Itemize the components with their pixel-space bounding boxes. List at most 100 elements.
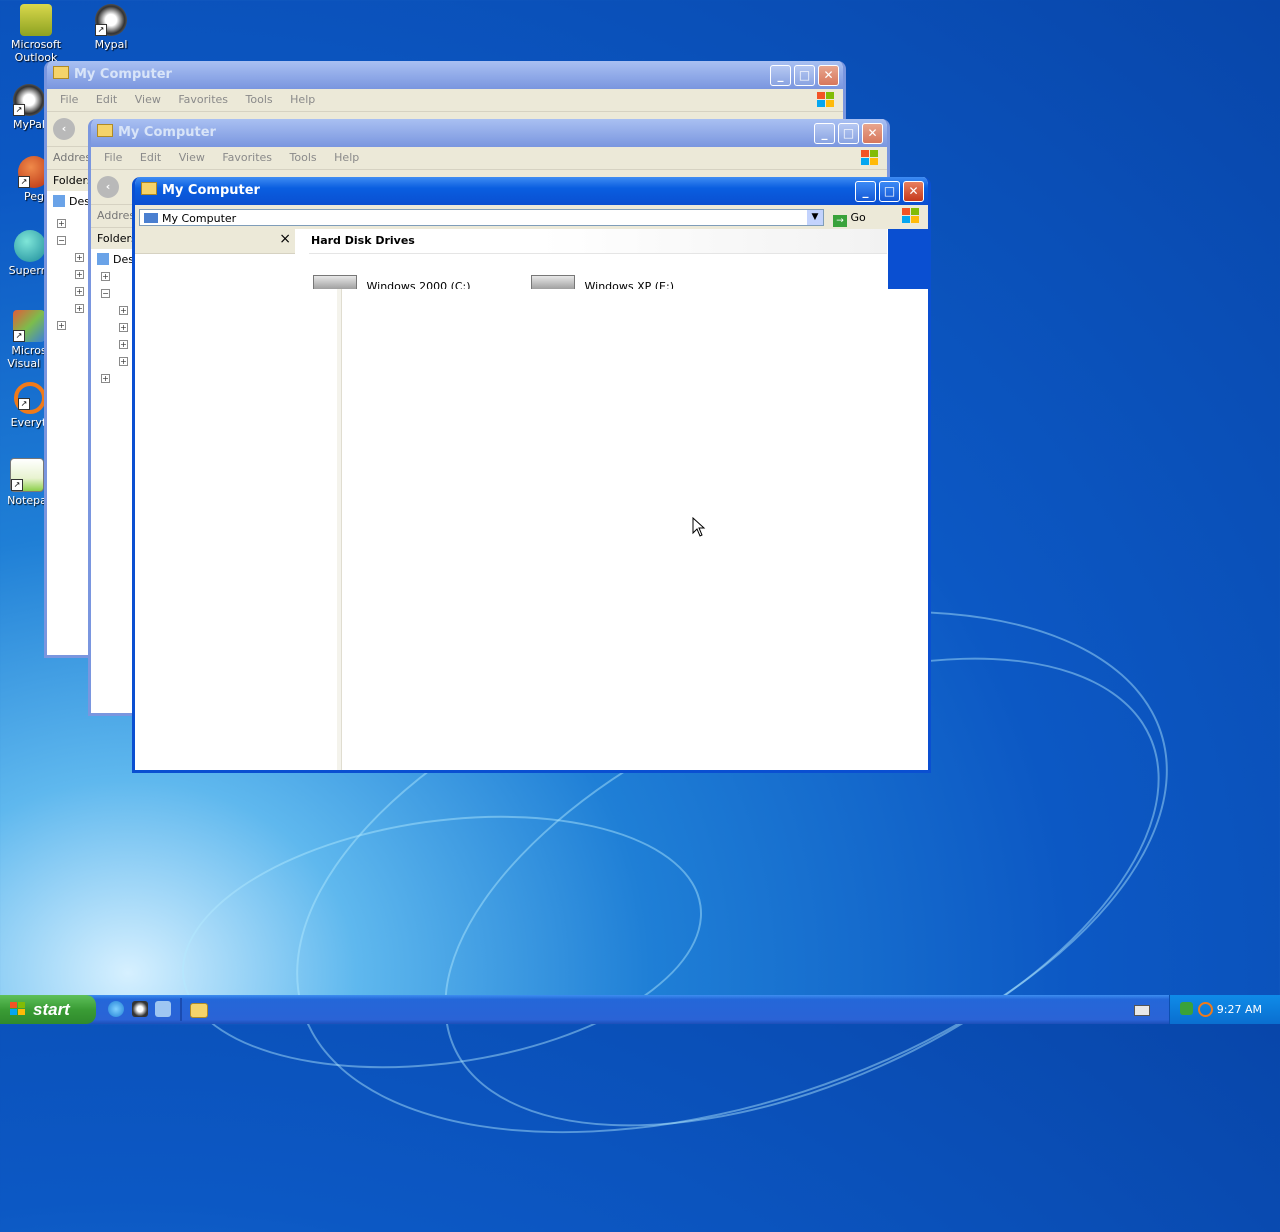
hard-drive-icon (531, 275, 575, 289)
mouse-cursor-icon (692, 517, 706, 537)
superm-icon (14, 230, 46, 262)
menu-view[interactable]: View (179, 151, 205, 164)
pane-divider[interactable] (337, 289, 342, 770)
expand-icon[interactable]: + (119, 306, 128, 315)
menu-bar: File Edit View Favorites Tools Help (47, 89, 843, 112)
expand-icon[interactable]: + (75, 270, 84, 279)
menu-tools[interactable]: Tools (246, 93, 273, 106)
window-title: My Computer (74, 67, 172, 82)
windows-flag-icon (10, 1002, 26, 1017)
menu-favorites[interactable]: Favorites (222, 151, 272, 164)
collapse-icon[interactable]: − (101, 289, 110, 298)
window-titlebar[interactable]: My Computer _ □ ✕ (47, 61, 843, 89)
explorer-window-front[interactable]: My Computer _ □ ✕ My Computer ▼ → Go × H… (132, 177, 931, 773)
shortcut-arrow-icon: ↗ (13, 330, 25, 342)
windows-logo-icon (861, 150, 879, 166)
dropdown-arrow-icon[interactable]: ▼ (807, 210, 823, 225)
menu-view[interactable]: View (135, 93, 161, 106)
visual-studio-icon: ↗ (13, 310, 45, 342)
desktop-icon-label: Mypal (94, 38, 128, 51)
window-titlebar[interactable]: My Computer _ □ ✕ (135, 177, 928, 205)
drive-item-e[interactable]: Windows XP (E:) (531, 275, 731, 289)
taskbar-button-my-computer[interactable] (190, 1003, 208, 1018)
shortcut-arrow-icon: ↗ (13, 104, 25, 116)
shortcut-arrow-icon: ↗ (11, 479, 23, 491)
everything-icon: ↗ (14, 382, 46, 414)
go-button[interactable]: → Go (833, 209, 866, 227)
raccoon-icon: ↗ (13, 84, 45, 116)
raccoon-icon: ↗ (95, 4, 127, 36)
minimize-button[interactable]: _ (855, 181, 876, 202)
expand-icon[interactable]: + (101, 272, 110, 281)
desktop-icon-outlook[interactable]: Microsoft Outlook (1, 4, 71, 64)
shortcut-arrow-icon: ↗ (18, 398, 30, 410)
shortcut-arrow-icon: ↗ (95, 24, 107, 36)
tree-item-desktop[interactable]: Des (69, 195, 90, 208)
folder-icon (141, 182, 157, 195)
computer-icon (144, 213, 158, 223)
expand-icon[interactable]: + (119, 340, 128, 349)
expand-icon[interactable]: + (75, 287, 84, 296)
menu-tools[interactable]: Tools (290, 151, 317, 164)
hard-drive-icon (313, 275, 357, 289)
collapse-icon[interactable]: − (57, 236, 66, 245)
minimize-button[interactable]: _ (814, 123, 835, 144)
system-tray: 9:27 AM (1169, 995, 1280, 1024)
keyboard-icon[interactable] (1134, 1005, 1150, 1016)
drive-label: Windows 2000 (C:) (366, 280, 471, 289)
address-bar: My Computer ▼ → Go (135, 205, 928, 229)
notepad-icon: ↗ (10, 458, 44, 492)
close-pane-button[interactable]: × (279, 231, 291, 247)
scroll-strip (887, 229, 928, 289)
windows-logo-icon (902, 208, 920, 224)
window-title: My Computer (162, 183, 260, 198)
menu-file[interactable]: File (104, 151, 122, 164)
back-button[interactable]: ‹ (97, 176, 119, 198)
menu-edit[interactable]: Edit (140, 151, 161, 164)
expand-icon[interactable]: + (57, 219, 66, 228)
expand-icon[interactable]: + (119, 357, 128, 366)
expand-icon[interactable]: + (75, 304, 84, 313)
clock[interactable]: 9:27 AM (1217, 995, 1262, 1024)
show-desktop-icon[interactable] (155, 1001, 171, 1017)
menu-edit[interactable]: Edit (96, 93, 117, 106)
menu-favorites[interactable]: Favorites (178, 93, 228, 106)
close-button[interactable]: ✕ (903, 181, 924, 202)
address-input: My Computer (162, 212, 237, 225)
start-button[interactable]: start (0, 995, 96, 1024)
address-combo[interactable]: My Computer ▼ (139, 209, 824, 226)
close-button[interactable]: ✕ (818, 65, 839, 86)
shortcut-arrow-icon: ↗ (18, 176, 30, 188)
menu-bar: File Edit View Favorites Tools Help (91, 147, 887, 170)
maximize-button[interactable]: □ (879, 181, 900, 202)
section-header: Hard Disk Drives (309, 229, 889, 254)
maximize-button[interactable]: □ (794, 65, 815, 86)
windows-logo-icon (817, 92, 835, 108)
mypal-quicklaunch-icon[interactable] (132, 1001, 148, 1017)
search-tray-icon[interactable] (1198, 1002, 1213, 1017)
expand-icon[interactable]: + (119, 323, 128, 332)
back-button[interactable]: ‹ (53, 118, 75, 140)
taskbar-separator (180, 998, 182, 1021)
desktop-icon (97, 253, 109, 265)
folder-icon (53, 66, 69, 79)
window-titlebar[interactable]: My Computer _ □ ✕ (91, 119, 887, 147)
go-arrow-icon: → (833, 215, 847, 227)
folder-icon (97, 124, 113, 137)
outlook-icon (20, 4, 52, 36)
network-icon[interactable] (1180, 1002, 1193, 1015)
desktop-icon-mypal[interactable]: ↗ Mypal (76, 4, 146, 51)
expand-icon[interactable]: + (75, 253, 84, 262)
internet-explorer-icon[interactable] (108, 1001, 124, 1017)
menu-help[interactable]: Help (334, 151, 359, 164)
drive-item-c[interactable]: Windows 2000 (C:) (313, 275, 513, 289)
expand-icon[interactable]: + (101, 374, 110, 383)
menu-help[interactable]: Help (290, 93, 315, 106)
drive-label: Windows XP (E:) (584, 280, 675, 289)
minimize-button[interactable]: _ (770, 65, 791, 86)
maximize-button[interactable]: □ (838, 123, 859, 144)
menu-file[interactable]: File (60, 93, 78, 106)
expand-icon[interactable]: + (57, 321, 66, 330)
folders-pane-header: × (135, 229, 295, 254)
close-button[interactable]: ✕ (862, 123, 883, 144)
